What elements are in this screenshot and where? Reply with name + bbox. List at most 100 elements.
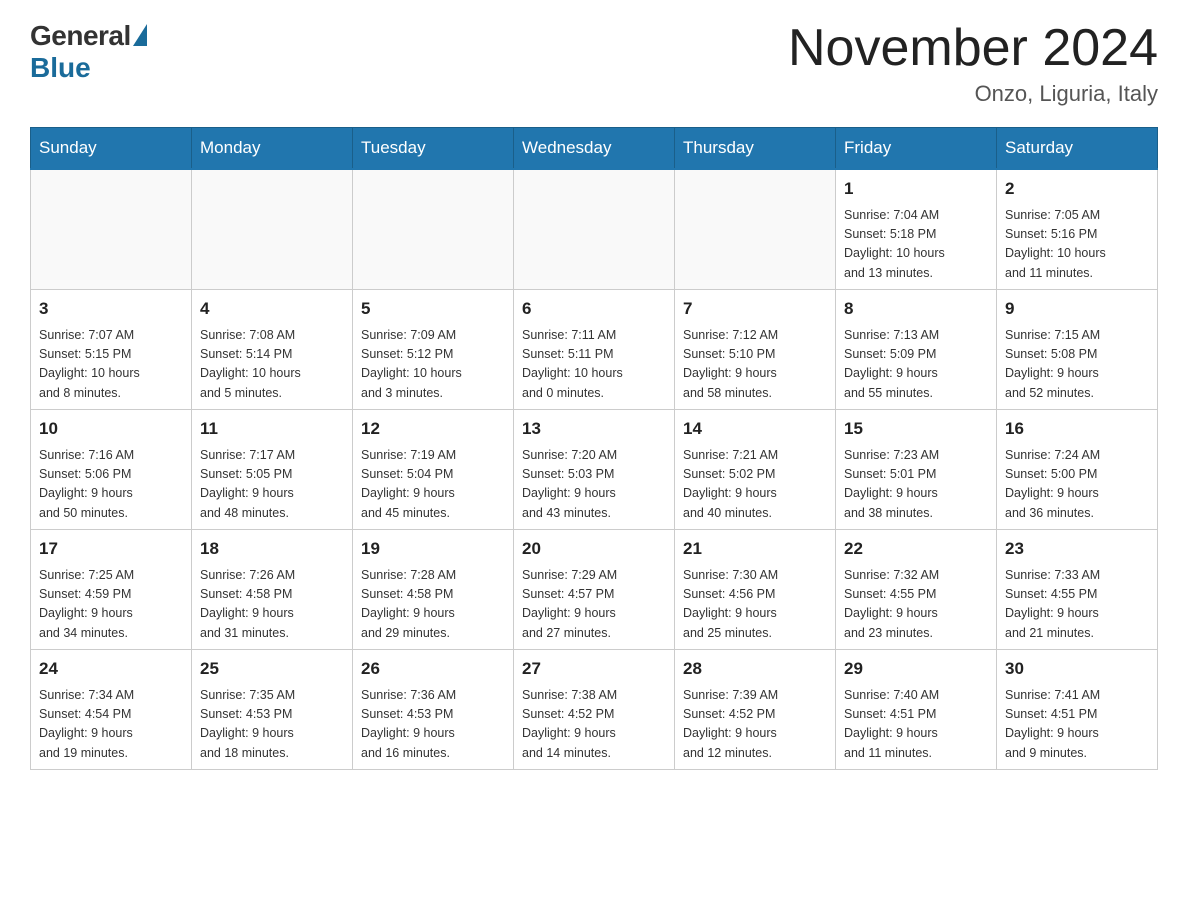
logo: General Blue: [30, 20, 147, 84]
calendar-day-cell: 13 Sunrise: 7:20 AM Sunset: 5:03 PM Dayli…: [514, 410, 675, 530]
day-info: Sunrise: 7:05 AM Sunset: 5:16 PM Dayligh…: [1005, 206, 1149, 284]
day-number: 29: [844, 656, 988, 682]
calendar-table: SundayMondayTuesdayWednesdayThursdayFrid…: [30, 127, 1158, 770]
calendar-day-cell: 20 Sunrise: 7:29 AM Sunset: 4:57 PM Dayli…: [514, 530, 675, 650]
calendar-day-cell: 12Sunrise: 7:19 AM Sunset: 5:04 PM Dayli…: [353, 410, 514, 530]
day-number: 28: [683, 656, 827, 682]
day-info: Sunrise: 7:39 AM Sunset: 4:52 PM Dayligh…: [683, 686, 827, 764]
day-number: 13: [522, 416, 666, 442]
day-info: Sunrise: 7:12 AM Sunset: 5:10 PM Dayligh…: [683, 326, 827, 404]
day-number: 25: [200, 656, 344, 682]
day-number: 15: [844, 416, 988, 442]
day-number: 16: [1005, 416, 1149, 442]
day-info: Sunrise: 7:07 AM Sunset: 5:15 PM Dayligh…: [39, 326, 183, 404]
day-number: 8: [844, 296, 988, 322]
day-number: 19: [361, 536, 505, 562]
calendar-day-cell: 25 Sunrise: 7:35 AM Sunset: 4:53 PM Dayli…: [192, 650, 353, 770]
calendar-day-cell: [514, 169, 675, 290]
day-info: Sunrise: 7:23 AM Sunset: 5:01 PM Dayligh…: [844, 446, 988, 524]
calendar-day-cell: [31, 169, 192, 290]
day-info: Sunrise: 7:13 AM Sunset: 5:09 PM Dayligh…: [844, 326, 988, 404]
day-info: Sunrise: 7:38 AM Sunset: 4:52 PM Dayligh…: [522, 686, 666, 764]
day-number: 20: [522, 536, 666, 562]
day-info: Sunrise: 7:24 AM Sunset: 5:00 PM Dayligh…: [1005, 446, 1149, 524]
month-title: November 2024: [788, 20, 1158, 77]
calendar-week-row: 24Sunrise: 7:34 AM Sunset: 4:54 PM Dayli…: [31, 650, 1158, 770]
day-info: Sunrise: 7:36 AM Sunset: 4:53 PM Dayligh…: [361, 686, 505, 764]
day-info: Sunrise: 7:29 AM Sunset: 4:57 PM Dayligh…: [522, 566, 666, 644]
calendar-day-cell: 8 Sunrise: 7:13 AM Sunset: 5:09 PM Daylig…: [836, 290, 997, 410]
day-info: Sunrise: 7:41 AM Sunset: 4:51 PM Dayligh…: [1005, 686, 1149, 764]
day-number: 10: [39, 416, 183, 442]
day-number: 4: [200, 296, 344, 322]
calendar-day-cell: 29 Sunrise: 7:40 AM Sunset: 4:51 PM Dayli…: [836, 650, 997, 770]
day-number: 1: [844, 176, 988, 202]
day-info: Sunrise: 7:32 AM Sunset: 4:55 PM Dayligh…: [844, 566, 988, 644]
day-number: 23: [1005, 536, 1149, 562]
day-number: 17: [39, 536, 183, 562]
calendar-day-cell: 19Sunrise: 7:28 AM Sunset: 4:58 PM Dayli…: [353, 530, 514, 650]
calendar-day-cell: 17 Sunrise: 7:25 AM Sunset: 4:59 PM Dayli…: [31, 530, 192, 650]
day-info: Sunrise: 7:40 AM Sunset: 4:51 PM Dayligh…: [844, 686, 988, 764]
day-number: 6: [522, 296, 666, 322]
day-number: 5: [361, 296, 505, 322]
day-number: 2: [1005, 176, 1149, 202]
day-number: 3: [39, 296, 183, 322]
calendar-day-cell: 15 Sunrise: 7:23 AM Sunset: 5:01 PM Dayli…: [836, 410, 997, 530]
day-number: 11: [200, 416, 344, 442]
day-info: Sunrise: 7:17 AM Sunset: 5:05 PM Dayligh…: [200, 446, 344, 524]
day-info: Sunrise: 7:20 AM Sunset: 5:03 PM Dayligh…: [522, 446, 666, 524]
logo-blue-text: Blue: [30, 52, 91, 84]
calendar-week-row: 3 Sunrise: 7:07 AM Sunset: 5:15 PM Daylig…: [31, 290, 1158, 410]
calendar-day-cell: 3 Sunrise: 7:07 AM Sunset: 5:15 PM Daylig…: [31, 290, 192, 410]
calendar-day-cell: [675, 169, 836, 290]
day-info: Sunrise: 7:15 AM Sunset: 5:08 PM Dayligh…: [1005, 326, 1149, 404]
calendar-day-cell: 1 Sunrise: 7:04 AM Sunset: 5:18 PM Daylig…: [836, 169, 997, 290]
calendar-day-cell: 21 Sunrise: 7:30 AM Sunset: 4:56 PM Dayli…: [675, 530, 836, 650]
day-number: 14: [683, 416, 827, 442]
calendar-day-cell: 30 Sunrise: 7:41 AM Sunset: 4:51 PM Dayli…: [997, 650, 1158, 770]
logo-general-text: General: [30, 20, 131, 52]
day-number: 26: [361, 656, 505, 682]
calendar-day-header: Tuesday: [353, 128, 514, 170]
calendar-day-cell: 11 Sunrise: 7:17 AM Sunset: 5:05 PM Dayli…: [192, 410, 353, 530]
calendar-day-cell: 9 Sunrise: 7:15 AM Sunset: 5:08 PM Daylig…: [997, 290, 1158, 410]
day-info: Sunrise: 7:26 AM Sunset: 4:58 PM Dayligh…: [200, 566, 344, 644]
calendar-day-cell: 7Sunrise: 7:12 AM Sunset: 5:10 PM Daylig…: [675, 290, 836, 410]
day-info: Sunrise: 7:25 AM Sunset: 4:59 PM Dayligh…: [39, 566, 183, 644]
calendar-day-cell: 6Sunrise: 7:11 AM Sunset: 5:11 PM Daylig…: [514, 290, 675, 410]
day-info: Sunrise: 7:33 AM Sunset: 4:55 PM Dayligh…: [1005, 566, 1149, 644]
day-number: 30: [1005, 656, 1149, 682]
calendar-day-cell: 14Sunrise: 7:21 AM Sunset: 5:02 PM Dayli…: [675, 410, 836, 530]
logo-triangle-icon: [133, 24, 147, 46]
day-number: 9: [1005, 296, 1149, 322]
day-info: Sunrise: 7:35 AM Sunset: 4:53 PM Dayligh…: [200, 686, 344, 764]
calendar-day-cell: 24Sunrise: 7:34 AM Sunset: 4:54 PM Dayli…: [31, 650, 192, 770]
header-right: November 2024 Onzo, Liguria, Italy: [788, 20, 1158, 107]
day-info: Sunrise: 7:04 AM Sunset: 5:18 PM Dayligh…: [844, 206, 988, 284]
day-info: Sunrise: 7:34 AM Sunset: 4:54 PM Dayligh…: [39, 686, 183, 764]
day-info: Sunrise: 7:30 AM Sunset: 4:56 PM Dayligh…: [683, 566, 827, 644]
day-number: 22: [844, 536, 988, 562]
location-text: Onzo, Liguria, Italy: [788, 81, 1158, 107]
calendar-week-row: 1 Sunrise: 7:04 AM Sunset: 5:18 PM Daylig…: [31, 169, 1158, 290]
calendar-week-row: 10 Sunrise: 7:16 AM Sunset: 5:06 PM Dayli…: [31, 410, 1158, 530]
calendar-day-cell: 28 Sunrise: 7:39 AM Sunset: 4:52 PM Dayli…: [675, 650, 836, 770]
calendar-day-header: Thursday: [675, 128, 836, 170]
page-header: General Blue November 2024 Onzo, Liguria…: [30, 20, 1158, 107]
day-info: Sunrise: 7:09 AM Sunset: 5:12 PM Dayligh…: [361, 326, 505, 404]
day-info: Sunrise: 7:16 AM Sunset: 5:06 PM Dayligh…: [39, 446, 183, 524]
calendar-day-header: Friday: [836, 128, 997, 170]
calendar-day-cell: [353, 169, 514, 290]
day-number: 27: [522, 656, 666, 682]
day-number: 18: [200, 536, 344, 562]
day-number: 21: [683, 536, 827, 562]
calendar-day-cell: 5 Sunrise: 7:09 AM Sunset: 5:12 PM Daylig…: [353, 290, 514, 410]
calendar-day-cell: 4Sunrise: 7:08 AM Sunset: 5:14 PM Daylig…: [192, 290, 353, 410]
calendar-day-cell: 16 Sunrise: 7:24 AM Sunset: 5:00 PM Dayli…: [997, 410, 1158, 530]
calendar-day-cell: 23 Sunrise: 7:33 AM Sunset: 4:55 PM Dayli…: [997, 530, 1158, 650]
calendar-day-cell: 27 Sunrise: 7:38 AM Sunset: 4:52 PM Dayli…: [514, 650, 675, 770]
calendar-day-header: Saturday: [997, 128, 1158, 170]
calendar-day-cell: [192, 169, 353, 290]
calendar-day-cell: 26 Sunrise: 7:36 AM Sunset: 4:53 PM Dayli…: [353, 650, 514, 770]
